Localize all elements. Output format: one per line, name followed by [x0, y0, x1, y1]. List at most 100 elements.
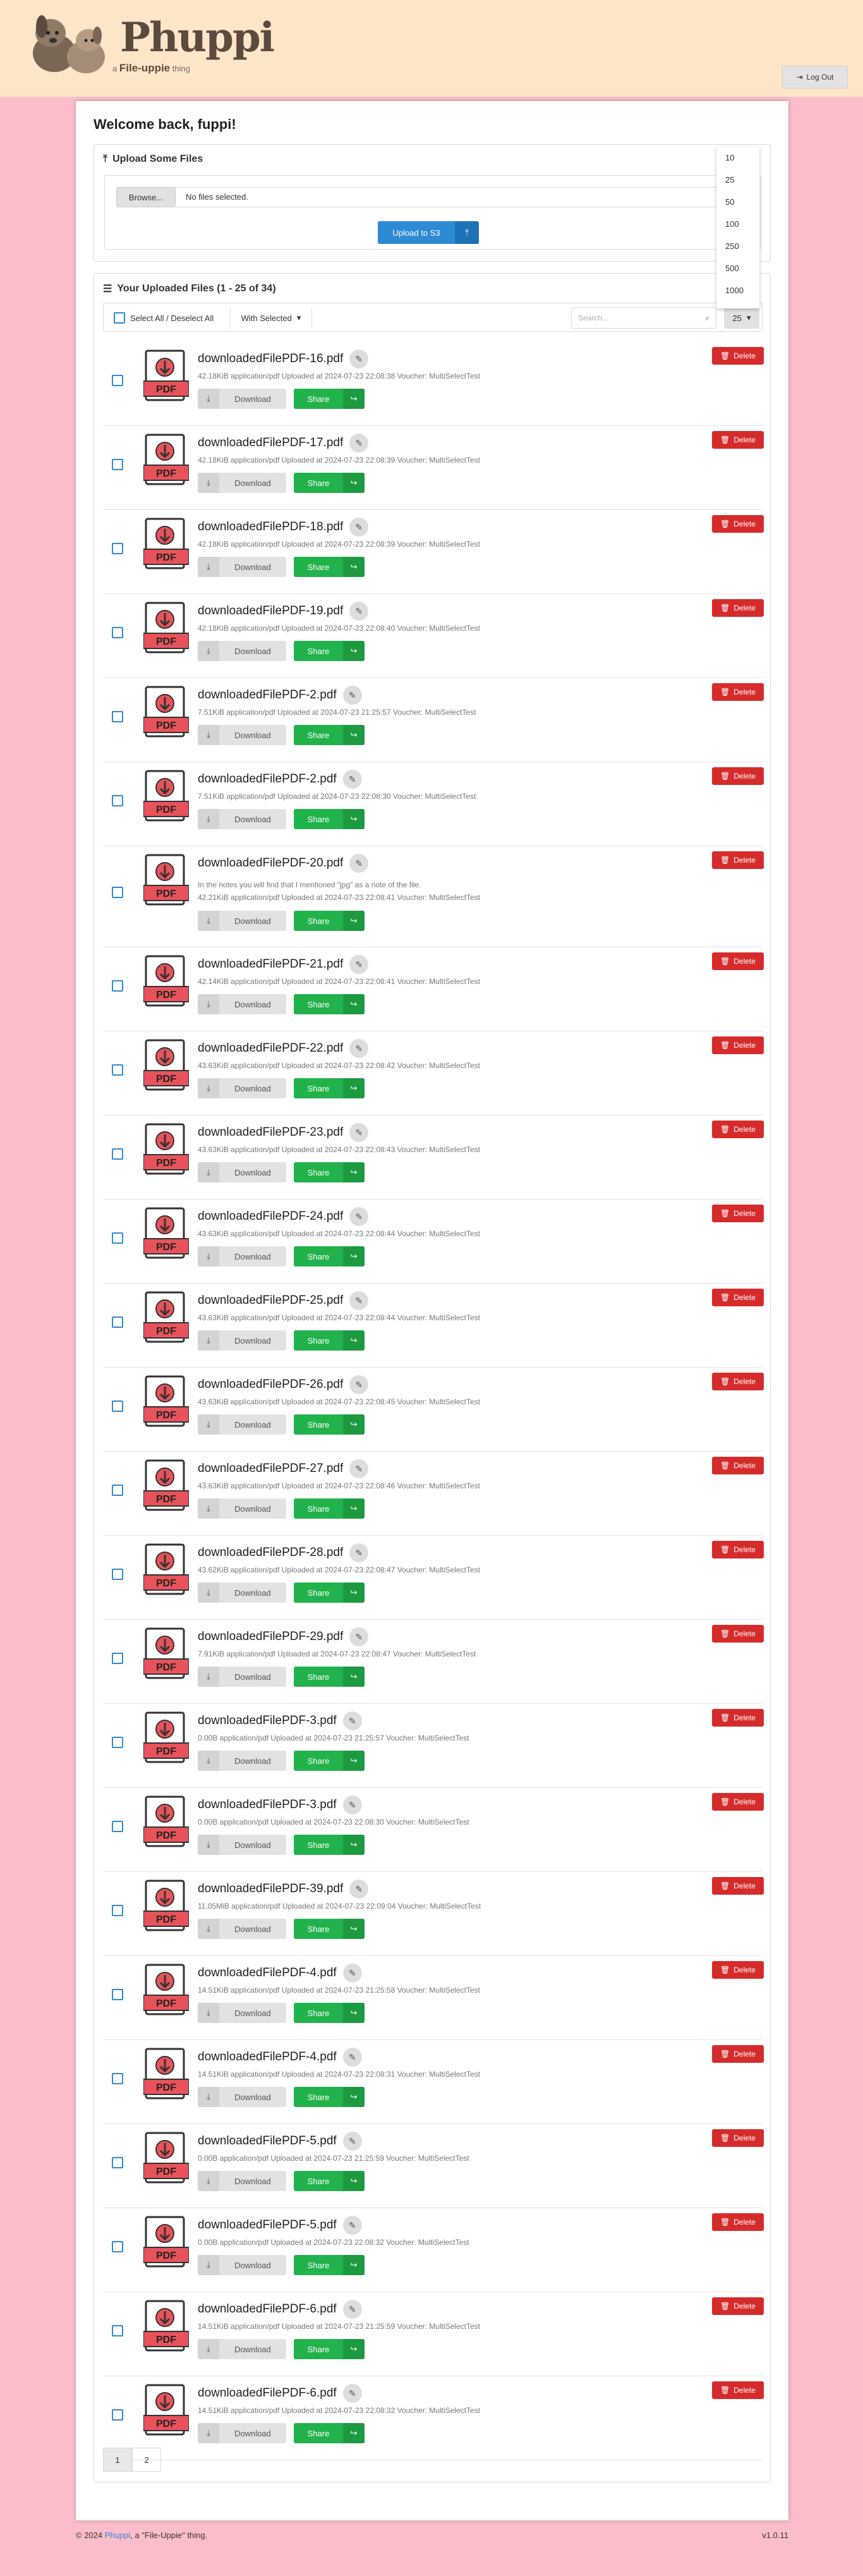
edit-icon[interactable]: ✎: [349, 1543, 369, 1562]
file-checkbox[interactable]: [112, 1989, 123, 2000]
browse-button[interactable]: Browse...: [116, 187, 176, 207]
delete-button[interactable]: 🗑 Delete: [712, 1289, 764, 1306]
download-button[interactable]: ⤓ Download: [198, 1583, 286, 1603]
file-checkbox[interactable]: [112, 887, 123, 898]
delete-button[interactable]: 🗑 Delete: [712, 2297, 764, 2315]
share-button[interactable]: Share ↪: [294, 1835, 365, 1855]
per-page-option[interactable]: 25: [716, 169, 759, 191]
delete-button[interactable]: 🗑 Delete: [712, 851, 764, 869]
download-button[interactable]: ⤓ Download: [198, 1162, 286, 1182]
edit-icon[interactable]: ✎: [342, 2216, 362, 2235]
edit-icon[interactable]: ✎: [342, 770, 362, 789]
edit-icon[interactable]: ✎: [349, 1459, 369, 1478]
download-button[interactable]: ⤓ Download: [198, 2171, 286, 2191]
edit-icon[interactable]: ✎: [342, 1711, 362, 1730]
delete-button[interactable]: 🗑 Delete: [712, 2213, 764, 2231]
edit-icon[interactable]: ✎: [342, 2384, 362, 2403]
file-checkbox[interactable]: [112, 543, 123, 554]
share-button[interactable]: Share ↪: [294, 725, 365, 745]
download-button[interactable]: ⤓ Download: [198, 1919, 286, 1939]
share-button[interactable]: Share ↪: [294, 1078, 365, 1098]
download-button[interactable]: ⤓ Download: [198, 389, 286, 409]
share-button[interactable]: Share ↪: [294, 2255, 365, 2275]
file-checkbox[interactable]: [112, 1737, 123, 1748]
phuppi-link[interactable]: Phuppi: [105, 2530, 130, 2540]
share-button[interactable]: Share ↪: [294, 1919, 365, 1939]
file-checkbox[interactable]: [112, 711, 123, 722]
file-checkbox[interactable]: [112, 2325, 123, 2336]
download-button[interactable]: ⤓ Download: [198, 2087, 286, 2107]
file-checkbox[interactable]: [112, 980, 123, 992]
edit-icon[interactable]: ✎: [349, 1291, 369, 1310]
delete-button[interactable]: 🗑 Delete: [712, 1373, 764, 1390]
edit-icon[interactable]: ✎: [349, 1123, 369, 1142]
edit-icon[interactable]: ✎: [349, 518, 369, 537]
share-button[interactable]: Share ↪: [294, 473, 365, 493]
edit-icon[interactable]: ✎: [342, 2300, 362, 2319]
share-button[interactable]: Share ↪: [294, 1667, 365, 1687]
download-button[interactable]: ⤓ Download: [198, 2003, 286, 2023]
file-checkbox[interactable]: [112, 459, 123, 470]
edit-icon[interactable]: ✎: [342, 1964, 362, 1983]
per-page-option[interactable]: 100: [716, 213, 759, 235]
share-button[interactable]: Share ↪: [294, 1162, 365, 1182]
file-checkbox[interactable]: [112, 2157, 123, 2168]
download-button[interactable]: ⤓ Download: [198, 994, 286, 1014]
delete-button[interactable]: 🗑 Delete: [712, 1036, 764, 1054]
share-button[interactable]: Share ↪: [294, 2339, 365, 2359]
delete-button[interactable]: 🗑 Delete: [712, 1877, 764, 1895]
download-button[interactable]: ⤓ Download: [198, 1835, 286, 1855]
file-input-field[interactable]: [176, 187, 744, 207]
delete-button[interactable]: 🗑 Delete: [712, 767, 764, 785]
download-button[interactable]: ⤓ Download: [198, 473, 286, 493]
edit-icon[interactable]: ✎: [342, 686, 362, 705]
per-page-option[interactable]: 250: [716, 235, 759, 257]
download-button[interactable]: ⤓ Download: [198, 1414, 286, 1435]
share-button[interactable]: Share ↪: [294, 2003, 365, 2023]
edit-icon[interactable]: ✎: [349, 1627, 369, 1646]
share-button[interactable]: Share ↪: [294, 1751, 365, 1771]
edit-icon[interactable]: ✎: [349, 349, 369, 368]
per-page-select[interactable]: 25 ▾: [724, 307, 759, 329]
delete-button[interactable]: 🗑 Delete: [712, 2129, 764, 2147]
edit-icon[interactable]: ✎: [342, 2132, 362, 2151]
per-page-option[interactable]: 50: [716, 191, 759, 213]
delete-button[interactable]: 🗑 Delete: [712, 1961, 764, 1979]
file-checkbox[interactable]: [112, 2241, 123, 2252]
download-button[interactable]: ⤓ Download: [198, 1667, 286, 1687]
delete-button[interactable]: 🗑 Delete: [712, 1205, 764, 1222]
delete-button[interactable]: 🗑 Delete: [712, 2045, 764, 2063]
edit-icon[interactable]: ✎: [349, 1880, 369, 1899]
file-checkbox[interactable]: [112, 1485, 123, 1496]
share-button[interactable]: Share ↪: [294, 994, 365, 1014]
download-button[interactable]: ⤓ Download: [198, 1246, 286, 1267]
select-all-toggle[interactable]: Select All / Deselect All: [114, 312, 214, 324]
edit-icon[interactable]: ✎: [342, 1795, 362, 1814]
file-checkbox[interactable]: [112, 1232, 123, 1244]
page-1-link[interactable]: 1: [103, 2448, 132, 2472]
file-checkbox[interactable]: [112, 1653, 123, 1664]
file-checkbox[interactable]: [112, 795, 123, 806]
phuppi-logo[interactable]: Phuppi a File-uppie thing: [25, 8, 275, 77]
file-checkbox[interactable]: [112, 1821, 123, 1832]
delete-button[interactable]: 🗑 Delete: [712, 599, 764, 617]
edit-icon[interactable]: ✎: [349, 602, 369, 621]
file-checkbox[interactable]: [112, 2409, 123, 2421]
page-2-link[interactable]: 2: [132, 2448, 161, 2472]
logout-button[interactable]: ⇥ Log Out: [782, 66, 848, 88]
per-page-option[interactable]: 500: [716, 257, 759, 279]
delete-button[interactable]: 🗑 Delete: [712, 2381, 764, 2399]
with-selected-dropdown[interactable]: With Selected ▾: [230, 307, 312, 329]
edit-icon[interactable]: ✎: [349, 434, 369, 453]
download-button[interactable]: ⤓ Download: [198, 2423, 286, 2443]
search-input[interactable]: Search... ⌕: [571, 307, 716, 329]
delete-button[interactable]: 🗑 Delete: [712, 431, 764, 449]
download-button[interactable]: ⤓ Download: [198, 1330, 286, 1351]
file-checkbox[interactable]: [112, 375, 123, 386]
file-checkbox[interactable]: [112, 2073, 123, 2084]
file-checkbox[interactable]: [112, 1400, 123, 1412]
share-button[interactable]: Share ↪: [294, 1414, 365, 1435]
delete-button[interactable]: 🗑 Delete: [712, 1625, 764, 1643]
edit-icon[interactable]: ✎: [349, 1375, 369, 1394]
download-button[interactable]: ⤓ Download: [198, 911, 286, 931]
